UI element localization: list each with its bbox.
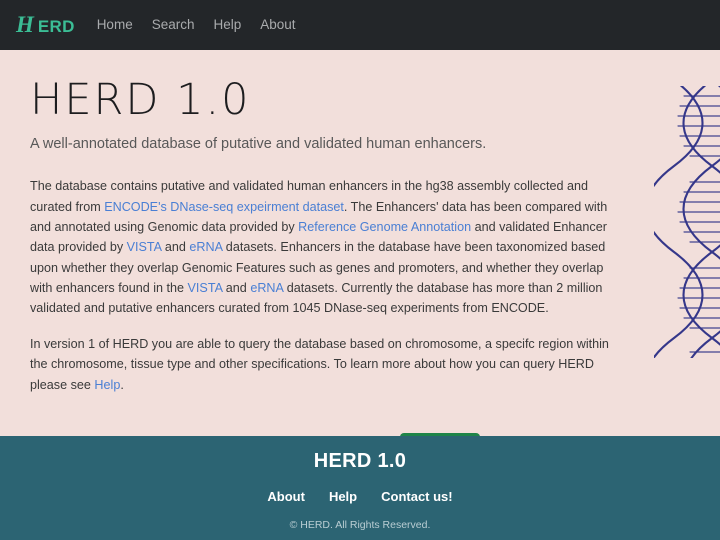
nav-item-about[interactable]: About — [260, 18, 295, 32]
footer-title: HERD 1.0 — [313, 450, 407, 472]
page-footer: HERD 1.0 About Help Contact us! © HERD. … — [0, 436, 720, 540]
paragraph-description: The database contains putative and valid… — [30, 176, 610, 319]
link-erna-2[interactable]: eRNA — [250, 281, 283, 295]
brand-logo-text: ERD — [37, 17, 75, 36]
footer-link-contact[interactable]: Contact us! — [381, 489, 453, 504]
top-navbar: H ERD Home Search Help About — [0, 0, 720, 50]
nav-links: Home Search Help About — [97, 18, 296, 32]
dna-helix-icon — [654, 86, 720, 358]
nav-item-help[interactable]: Help — [213, 18, 241, 32]
footer-copyright: © HERD. All Rights Reserved. — [289, 519, 431, 531]
link-erna-1[interactable]: eRNA — [189, 240, 222, 254]
body-copy: The database contains putative and valid… — [30, 176, 610, 395]
link-encode-dataset[interactable]: ENCODE's DNase-seq expeirment dataset — [104, 200, 344, 214]
page-subtitle: A well-annotated database of putative an… — [30, 136, 487, 153]
footer-link-about[interactable]: About — [267, 489, 305, 504]
cta-row: Start querying the database by pressing … — [30, 433, 610, 436]
nav-item-home[interactable]: Home — [97, 18, 133, 32]
para1-text-6: and — [222, 281, 251, 296]
footer-links: About Help Contact us! — [0, 489, 720, 504]
page-title: HERD 1.0 — [30, 75, 251, 125]
paragraph-version: In version 1 of HERD you are able to que… — [30, 334, 610, 395]
footer-link-help[interactable]: Help — [329, 489, 357, 504]
brand-logo-initial: H — [16, 12, 34, 37]
hero-content: HERD 1.0 A well-annotated database of pu… — [30, 75, 610, 436]
nav-item-search[interactable]: Search — [152, 18, 195, 32]
page-root: H ERD Home Search Help About HERD 1.0 A … — [0, 0, 720, 540]
link-vista-2[interactable]: VISTA — [188, 281, 223, 295]
brand-logo[interactable]: H ERD — [16, 12, 75, 38]
para2-text-2: . — [120, 377, 124, 392]
link-reference-genome-annotation[interactable]: Reference Genome Annotation — [298, 220, 471, 234]
search-button[interactable]: Search! — [399, 433, 480, 436]
link-vista-1[interactable]: VISTA — [127, 240, 162, 254]
link-help[interactable]: Help — [94, 378, 120, 392]
hero-section: HERD 1.0 A well-annotated database of pu… — [0, 50, 720, 436]
para1-text-4: and — [161, 240, 190, 255]
